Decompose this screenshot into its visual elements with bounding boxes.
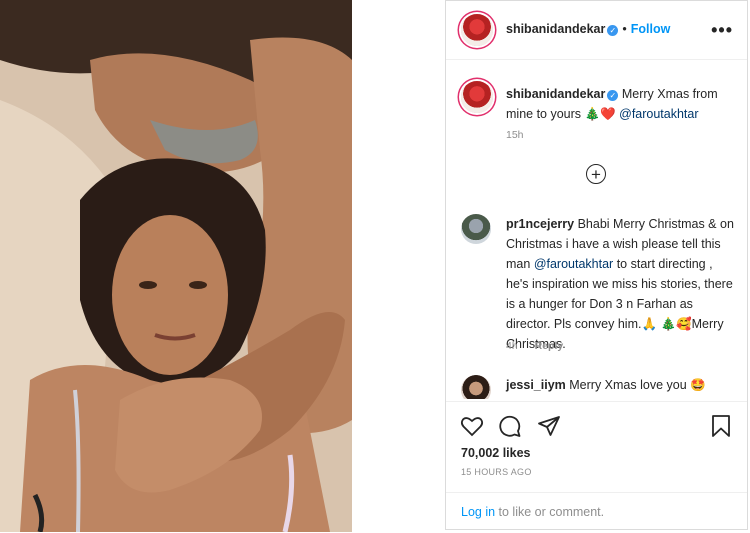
action-icons <box>460 414 571 443</box>
couple-photo-illustration <box>0 0 352 532</box>
heart-icon[interactable] <box>460 414 484 438</box>
username-link[interactable]: shibanidandekar <box>506 22 605 36</box>
caption-mention[interactable]: @faroutakhtar <box>619 107 698 121</box>
comment-icon[interactable] <box>498 414 522 438</box>
comment-body: Merry Xmas love you 🤩 <box>569 378 706 392</box>
login-link[interactable]: Log in <box>461 505 495 519</box>
bookmark-icon[interactable] <box>709 414 733 438</box>
comment-item: jessi_iiym Merry Xmas love you 🤩 <box>461 375 736 399</box>
follow-button[interactable]: Follow <box>631 22 671 36</box>
bookmark-button[interactable] <box>709 414 733 443</box>
verified-badge-icon: ✓ <box>607 25 619 36</box>
avatar[interactable] <box>461 214 491 244</box>
more-options-button[interactable]: ••• <box>711 20 733 41</box>
plus-circle-icon[interactable]: + <box>586 164 606 184</box>
post-photo <box>0 0 352 532</box>
caption-time: 15h <box>506 129 524 141</box>
header-user-row: shibanidandekar ✓ • Follow <box>506 22 670 36</box>
likes-count[interactable]: 70,002 likes <box>461 446 531 460</box>
share-icon[interactable] <box>537 414 561 438</box>
comment-time: 4h <box>506 340 518 352</box>
post-time: 15 HOURS AGO <box>461 467 532 477</box>
avatar[interactable] <box>461 375 491 399</box>
avatar[interactable] <box>461 81 493 113</box>
login-prompt-text: to like or comment. <box>495 505 605 519</box>
login-bar: Log in to like or comment. <box>446 492 747 533</box>
comment-meta: 4h Reply <box>506 340 563 352</box>
actions-section: 70,002 likes 15 HOURS AGO Log in to like… <box>446 401 747 532</box>
caption-text: shibanidandekar ✓ Merry Xmas from mine to… <box>506 84 736 124</box>
comment-mention[interactable]: @faroutakhtar <box>534 257 613 271</box>
comment-username[interactable]: pr1ncejerry <box>506 217 574 231</box>
avatar[interactable] <box>461 14 493 46</box>
comment-username[interactable]: jessi_iiym <box>506 378 566 392</box>
comment-text: pr1ncejerry Bhabi Merry Christmas & on C… <box>506 214 736 354</box>
post-side-panel: shibanidandekar ✓ • Follow ••• shibanidande… <box>445 0 748 530</box>
comment-body-part: to start directing , he's inspiration we… <box>506 257 733 351</box>
post-header: shibanidandekar ✓ • Follow ••• <box>446 1 747 60</box>
login-prompt: Log in to like or comment. <box>461 505 604 519</box>
separator-dot: • <box>622 22 627 36</box>
reply-button[interactable]: Reply <box>535 340 564 352</box>
page-gap <box>352 0 445 532</box>
comment-text: jessi_iiym Merry Xmas love you 🤩 <box>506 375 736 395</box>
caption-username[interactable]: shibanidandekar <box>506 87 605 101</box>
verified-badge-icon: ✓ <box>607 90 619 101</box>
